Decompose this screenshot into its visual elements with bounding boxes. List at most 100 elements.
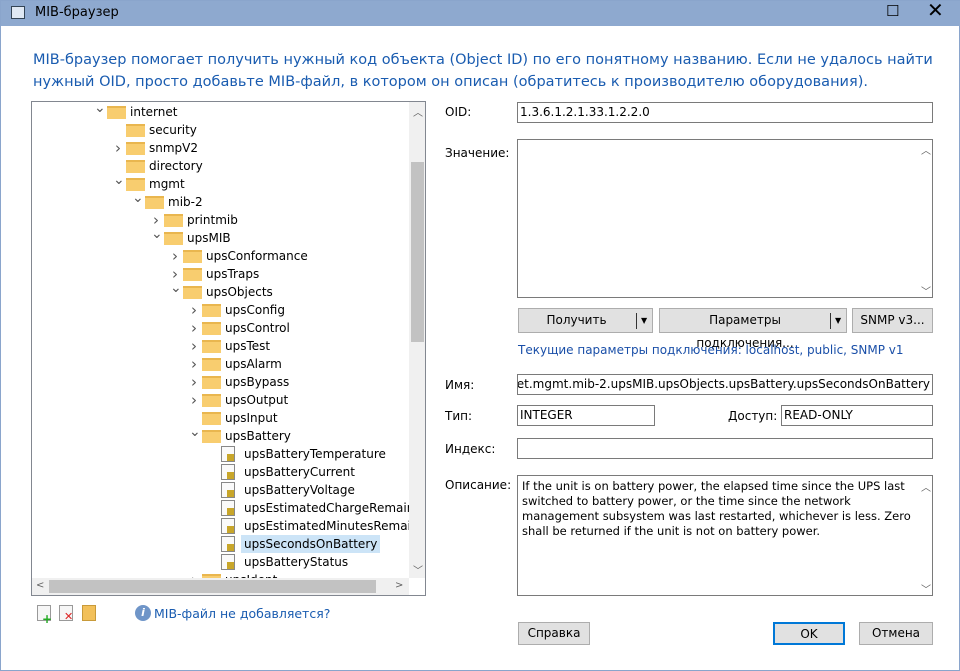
tree-item[interactable]: ⌄ upsMIB (32, 226, 409, 247)
dropdown-arrow-icon[interactable]: ▼ (641, 309, 647, 332)
folder-icon (126, 142, 145, 155)
chevron-right-icon[interactable]: › (170, 247, 180, 265)
chevron-right-icon[interactable]: › (189, 391, 199, 409)
chevron-right-icon[interactable]: › (113, 139, 123, 157)
tree-item[interactable]: ⌄ internet (32, 102, 409, 121)
tree-item-label: upsBatteryVoltage (244, 483, 355, 497)
chevron-right-icon[interactable]: › (189, 337, 199, 355)
tree-item[interactable]: › snmpV2 (32, 139, 409, 157)
tree-item-label: mgmt (149, 177, 185, 191)
index-input[interactable] (517, 438, 933, 459)
folder-icon (202, 430, 221, 443)
tree-item[interactable]: ⌄ mib-2 (32, 190, 409, 211)
oid-label: OID: (445, 105, 472, 119)
help-button[interactable]: Справка (518, 622, 590, 645)
chevron-down-icon[interactable]: ⌄ (113, 171, 125, 189)
tree-item[interactable]: upsEstimatedChargeRemaining (32, 499, 425, 517)
description-label: Описание: (445, 478, 512, 492)
chevron-down-icon[interactable]: ⌄ (94, 102, 106, 117)
tree-item[interactable]: › upsConfig (32, 301, 409, 319)
tree-item-label: upsTest (225, 339, 271, 353)
folder-icon (202, 322, 221, 335)
mib-leaf-icon (221, 554, 235, 570)
dropdown-arrow-icon[interactable]: ▼ (835, 309, 841, 332)
tree-item[interactable]: upsSecondsOnBattery (32, 535, 409, 553)
mib-help-link[interactable]: MIB-файл не добавляется? (154, 606, 330, 621)
tree-item[interactable]: security (32, 121, 409, 139)
value-textarea[interactable] (517, 139, 933, 298)
tree-item[interactable]: upsBatteryVoltage (32, 481, 409, 499)
tree-item[interactable]: upsInput (32, 409, 409, 427)
chevron-right-icon[interactable]: › (189, 301, 199, 319)
tree-item[interactable]: upsBatteryCurrent (32, 463, 409, 481)
connection-params-button[interactable]: Параметры подключения... ▼ (659, 308, 847, 350)
tree-item[interactable]: ⌄ upsBattery (32, 424, 409, 445)
connection-info-link[interactable]: Текущие параметры подключения: localhost… (518, 343, 904, 357)
title-bar: MIB-браузер ☐ ✕ (1, 0, 960, 26)
maximize-button[interactable]: ☐ (886, 2, 902, 20)
folder-icon (202, 376, 221, 389)
snmpv3-button[interactable]: SNMP v3... (852, 308, 933, 333)
chevron-down-icon[interactable]: ⌄ (132, 189, 144, 207)
tree-item-label: upsConfig (225, 303, 285, 317)
tree-item[interactable]: › upsTraps (32, 265, 409, 283)
tree-item[interactable]: › upsBypass (32, 373, 409, 391)
scroll-left-icon[interactable]: < (36, 580, 44, 591)
description-textarea[interactable]: If the unit is on battery power, the ela… (517, 475, 933, 596)
name-input[interactable]: .iso.org.dod.internet.mgmt.mib-2.upsMIB.… (517, 374, 933, 395)
scroll-down-icon[interactable]: ﹀ (413, 562, 423, 577)
remove-mib-icon[interactable]: ✕ (59, 605, 73, 623)
value-scroll-down-icon[interactable]: ﹀ (921, 283, 931, 298)
cancel-button[interactable]: Отмена (859, 622, 933, 645)
access-input[interactable]: READ-ONLY (781, 405, 933, 426)
chevron-right-icon[interactable]: › (189, 373, 199, 391)
tree-item[interactable]: › upsAlarm (32, 355, 409, 373)
tree-item[interactable]: › upsControl (32, 319, 409, 337)
value-scroll-up-icon[interactable]: ︿ (921, 142, 931, 157)
scroll-right-icon[interactable]: > (395, 580, 403, 591)
tree-item[interactable]: upsEstimatedMinutesRemaining (32, 517, 425, 535)
tree-item[interactable]: ⌄ upsObjects (32, 280, 409, 301)
tree-item[interactable]: ⌄ mgmt (32, 172, 409, 193)
tree-item[interactable]: upsBatteryTemperature (32, 445, 409, 463)
tree-item-label: upsSecondsOnBattery (241, 535, 381, 553)
tree-item[interactable]: › printmib (32, 211, 409, 229)
vertical-scrollbar[interactable]: ︿ ﹀ (409, 102, 425, 578)
window-title: MIB-браузер (35, 5, 119, 20)
tree-item-label: upsOutput (225, 393, 289, 407)
split-divider (830, 313, 831, 329)
tree-item-label: upsControl (225, 321, 290, 335)
tree-item-label: upsEstimatedChargeRemaining (244, 501, 426, 515)
chevron-right-icon[interactable]: › (189, 355, 199, 373)
type-input[interactable]: INTEGER (517, 405, 655, 426)
folder-icon (164, 232, 183, 245)
horizontal-scrollbar[interactable]: < > (32, 578, 409, 595)
mib-tree[interactable]: ⌄ internet security › snmpV2 directory ⌄ mgmt ⌄ m… (31, 101, 426, 596)
index-label: Индекс: (445, 442, 496, 456)
desc-scroll-up-icon[interactable]: ︿ (921, 479, 931, 494)
chevron-down-icon[interactable]: ⌄ (189, 423, 201, 441)
mib-leaf-icon (221, 464, 235, 480)
tree-item[interactable]: directory (32, 157, 409, 175)
chevron-right-icon[interactable]: › (189, 319, 199, 337)
folder-icon (107, 106, 126, 119)
open-folder-icon[interactable] (82, 605, 96, 621)
horizontal-scroll-thumb[interactable] (49, 580, 376, 593)
add-mib-icon[interactable]: + (37, 605, 52, 626)
mib-leaf-icon (221, 482, 235, 498)
tree-item-label: internet (130, 105, 178, 119)
oid-input[interactable]: 1.3.6.1.2.1.33.1.2.2.0 (517, 102, 933, 123)
close-button[interactable]: ✕ (927, 0, 944, 22)
tree-item[interactable]: › upsTest (32, 337, 409, 355)
vertical-scroll-thumb[interactable] (411, 162, 424, 342)
ok-button[interactable]: OK (773, 622, 845, 645)
chevron-down-icon[interactable]: ⌄ (151, 225, 163, 243)
tree-item[interactable]: › upsOutput (32, 391, 409, 409)
tree-item[interactable]: › upsConformance (32, 247, 409, 265)
chevron-down-icon[interactable]: ⌄ (170, 279, 182, 297)
scroll-up-icon[interactable]: ︿ (413, 104, 423, 119)
get-button[interactable]: Получить ▼ (518, 308, 653, 333)
value-label: Значение: (445, 146, 510, 160)
desc-scroll-down-icon[interactable]: ﹀ (921, 581, 931, 596)
tree-item[interactable]: upsBatteryStatus (32, 553, 409, 571)
